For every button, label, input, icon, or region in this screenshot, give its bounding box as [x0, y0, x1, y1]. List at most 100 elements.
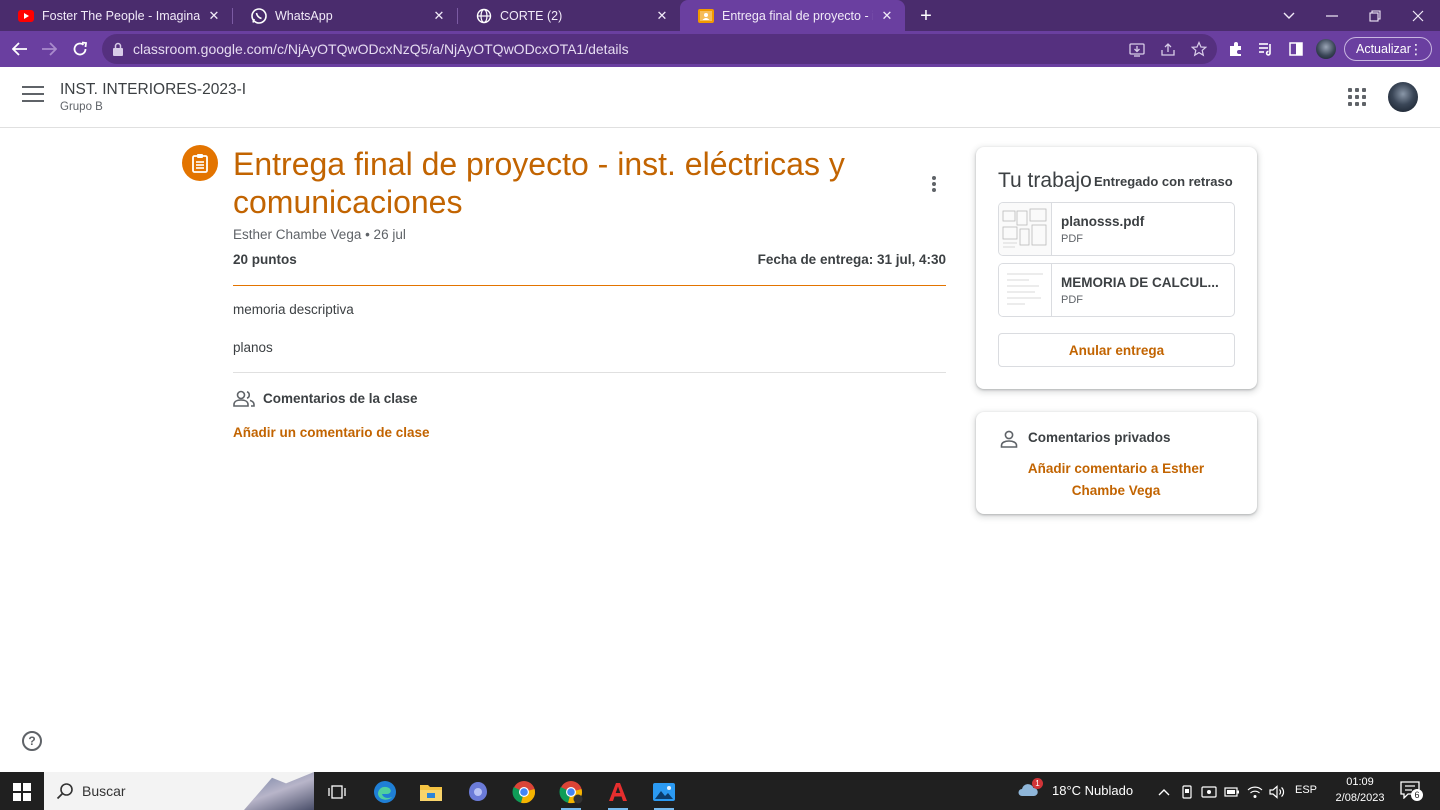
- your-work-card: Tu trabajo Entregado con retraso planoss…: [976, 147, 1257, 389]
- notifications-icon[interactable]: 6: [1400, 781, 1423, 801]
- windows-taskbar: Buscar 1 18°C Nublado ESP 01:09 2/08/202…: [0, 772, 1440, 810]
- tab-label: Entrega final de proyecto - inst. e: [722, 8, 873, 23]
- pdf-thumbnail: [999, 203, 1052, 255]
- globe-icon: [476, 8, 492, 24]
- attachment-name: MEMORIA DE CALCUL...: [1061, 275, 1219, 290]
- assignment-title: Entrega final de proyecto - inst. eléctr…: [233, 146, 845, 220]
- search-placeholder: Buscar: [82, 783, 126, 799]
- private-comments-heading: Comentarios privados: [1028, 430, 1171, 445]
- volume-icon[interactable]: [1268, 783, 1286, 801]
- add-class-comment-link[interactable]: Añadir un comentario de clase: [233, 425, 430, 440]
- chrome-profile-icon[interactable]: [551, 777, 591, 810]
- file-explorer-icon[interactable]: [411, 777, 451, 807]
- pdf-thumbnail: [999, 264, 1052, 316]
- unsubmit-button[interactable]: Anular entrega: [998, 333, 1235, 367]
- class-subtitle: Grupo B: [60, 101, 103, 113]
- attachment-name: planosss.pdf: [1061, 214, 1145, 229]
- hamburger-menu-icon[interactable]: [22, 86, 44, 104]
- clock-time[interactable]: 01:09: [1330, 776, 1390, 788]
- meet-now-icon[interactable]: [1200, 783, 1218, 801]
- assignment-icon: [182, 145, 218, 181]
- share-icon[interactable]: [1159, 40, 1177, 58]
- tab-youtube[interactable]: Foster The People - Imagination ( ✕: [0, 0, 232, 31]
- wifi-icon[interactable]: [1246, 783, 1264, 801]
- update-label: Actualizar: [1356, 42, 1411, 56]
- windows-start-icon[interactable]: [13, 783, 31, 801]
- bookmark-star-icon[interactable]: [1190, 40, 1208, 58]
- close-icon[interactable]: ✕: [654, 8, 670, 24]
- people-icon: [233, 390, 255, 407]
- install-app-icon[interactable]: [1128, 40, 1146, 58]
- copilot-icon[interactable]: [458, 777, 498, 807]
- search-highlight-image: [244, 772, 314, 810]
- chrome-icon[interactable]: [504, 777, 544, 807]
- weather-widget[interactable]: 1 18°C Nublado: [1017, 777, 1134, 799]
- account-avatar[interactable]: [1388, 82, 1418, 112]
- description-line: planos: [233, 340, 273, 355]
- youtube-icon: [18, 8, 34, 24]
- person-icon: [1000, 430, 1018, 448]
- photos-icon[interactable]: [644, 777, 684, 810]
- assignment-due-date: Fecha de entrega: 31 jul, 4:30: [757, 252, 946, 267]
- tab-classroom-active[interactable]: Entrega final de proyecto - inst. e ✕: [680, 0, 905, 31]
- classroom-icon: [698, 8, 714, 24]
- url-text[interactable]: classroom.google.com/c/NjAyOTQwODcxNzQ5/…: [133, 41, 629, 57]
- close-window-button[interactable]: [1396, 0, 1440, 31]
- classroom-header: INST. INTERIORES-2023-I Grupo B: [0, 67, 1440, 128]
- close-icon[interactable]: ✕: [206, 8, 222, 24]
- browser-toolbar: classroom.google.com/c/NjAyOTQwODcxNzQ5/…: [0, 31, 1440, 67]
- description-line: memoria descriptiva: [233, 302, 354, 317]
- taskbar-search[interactable]: Buscar: [44, 772, 314, 810]
- tab-whatsapp[interactable]: WhatsApp ✕: [233, 0, 457, 31]
- your-work-title: Tu trabajo: [998, 169, 1092, 192]
- tab-label: CORTE (2): [500, 8, 563, 23]
- extensions-puzzle-icon[interactable]: [1226, 39, 1246, 59]
- assignment-points: 20 puntos: [233, 252, 297, 267]
- title-divider: [233, 285, 946, 286]
- close-icon[interactable]: ✕: [431, 8, 447, 24]
- weather-text: 18°C Nublado: [1052, 782, 1134, 798]
- restore-button[interactable]: [1353, 0, 1397, 31]
- reload-button[interactable]: [68, 37, 92, 61]
- back-button[interactable]: [8, 37, 32, 61]
- device-icon[interactable]: [1178, 783, 1196, 801]
- tab-label: WhatsApp: [275, 8, 333, 23]
- help-icon[interactable]: ?: [22, 731, 42, 751]
- more-options-icon[interactable]: [926, 173, 942, 195]
- tab-corte[interactable]: CORTE (2) ✕: [458, 0, 680, 31]
- tab-label: Foster The People - Imagination (: [42, 8, 200, 23]
- edge-icon[interactable]: [365, 777, 405, 807]
- assignment-author-date: Esther Chambe Vega • 26 jul: [233, 227, 406, 242]
- search-icon: [56, 783, 73, 800]
- browser-tab-strip: Foster The People - Imagination ( ✕ What…: [0, 0, 1440, 31]
- add-private-comment-link[interactable]: Añadir comentario a Esther Chambe Vega: [1016, 458, 1216, 502]
- weather-alert-badge: 1: [1032, 777, 1043, 789]
- media-queue-icon[interactable]: [1256, 39, 1276, 59]
- address-bar[interactable]: classroom.google.com/c/NjAyOTQwODcxNzQ5/…: [102, 34, 1217, 64]
- lock-icon: [113, 42, 123, 56]
- attachment-type: PDF: [1061, 294, 1083, 306]
- submission-status: Entregado con retraso: [1094, 174, 1233, 189]
- whatsapp-icon: [251, 7, 267, 24]
- new-tab-button[interactable]: +: [914, 4, 938, 28]
- battery-icon[interactable]: [1223, 783, 1241, 801]
- attachment-item[interactable]: MEMORIA DE CALCUL... PDF: [998, 263, 1235, 317]
- tab-search-chevron-icon[interactable]: [1267, 0, 1311, 31]
- input-language[interactable]: ESP: [1295, 784, 1317, 796]
- side-panel-icon[interactable]: [1286, 39, 1306, 59]
- attachment-type: PDF: [1061, 233, 1083, 245]
- chevron-up-icon[interactable]: [1155, 783, 1173, 801]
- google-apps-grid-icon[interactable]: [1348, 88, 1366, 106]
- section-divider: [233, 372, 946, 373]
- profile-avatar[interactable]: [1316, 39, 1336, 59]
- clock-date[interactable]: 2/08/2023: [1325, 792, 1395, 804]
- class-title[interactable]: INST. INTERIORES-2023-I: [60, 81, 246, 99]
- attachment-item[interactable]: planosss.pdf PDF: [998, 202, 1235, 256]
- update-button[interactable]: Actualizar ⋮: [1344, 37, 1432, 61]
- close-icon[interactable]: ✕: [879, 8, 895, 24]
- task-view-icon[interactable]: [317, 777, 357, 807]
- private-comments-card: Comentarios privados Añadir comentario a…: [976, 412, 1257, 514]
- minimize-button[interactable]: [1310, 0, 1354, 31]
- autocad-icon[interactable]: [598, 777, 638, 810]
- forward-button[interactable]: [37, 37, 61, 61]
